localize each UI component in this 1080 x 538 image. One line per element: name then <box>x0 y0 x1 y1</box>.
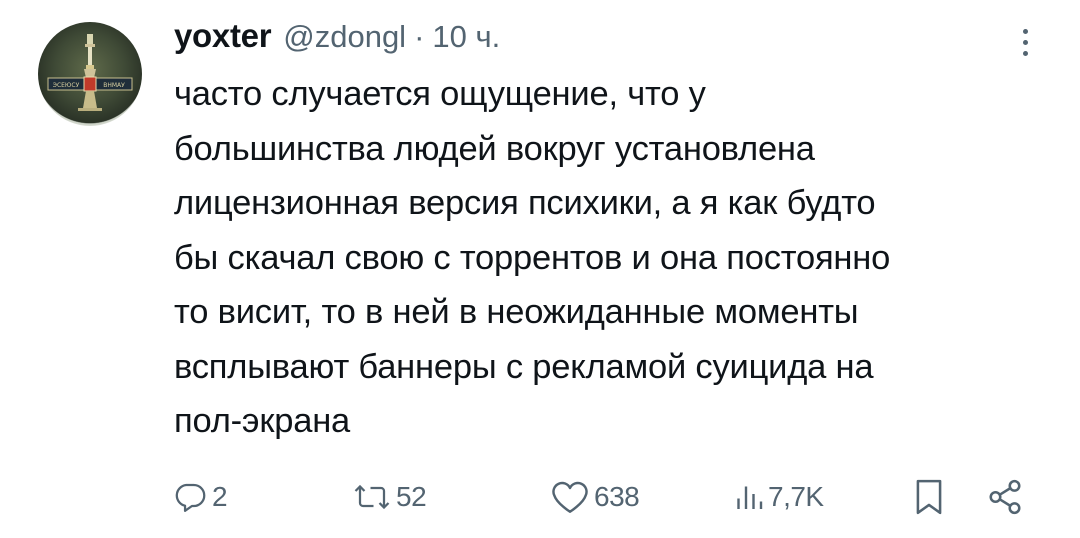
reply-count: 2 <box>212 481 228 512</box>
action-bar: 2 52 638 7,7K <box>0 470 1080 524</box>
views-count: 7,7K <box>768 481 824 512</box>
reply-button[interactable]: 2 <box>172 470 228 524</box>
tweet[interactable]: ЭСЕЮСУ ВНМАУ yoxter @zdongl · 10 ч. част… <box>0 0 1080 538</box>
tweet-text-line: всплывают баннеры с рекламой суицида на <box>174 347 874 386</box>
svg-text:ЭСЕЮСУ: ЭСЕЮСУ <box>53 82 80 89</box>
tweet-text: часто случается ощущение, что у большинс… <box>174 67 1054 449</box>
avatar-badge-image: ЭСЕЮСУ ВНМАУ <box>47 34 133 111</box>
avatar[interactable]: ЭСЕЮСУ ВНМАУ <box>38 22 142 126</box>
tweet-header: yoxter @zdongl · 10 ч. <box>174 17 500 61</box>
bookmark-button[interactable] <box>912 470 946 524</box>
tweet-text-line: часто случается ощущение, что у <box>174 75 706 113</box>
like-button[interactable]: 638 <box>550 470 640 524</box>
svg-text:ВНМАУ: ВНМАУ <box>103 82 125 89</box>
tweet-text-line: бы скачал свою с торрентов и она постоян… <box>174 238 891 277</box>
header-separator: · <box>414 19 425 54</box>
reply-icon <box>175 483 206 512</box>
post-time[interactable]: 10 ч. <box>432 19 500 55</box>
repost-button[interactable]: 52 <box>352 470 427 524</box>
heart-icon <box>552 481 588 513</box>
bookmark-icon <box>916 479 942 515</box>
repost-count: 52 <box>396 481 427 512</box>
tweet-text-line: пол-экрана <box>174 402 351 440</box>
like-count: 638 <box>594 481 640 512</box>
views-icon <box>737 486 763 509</box>
tweet-text-line: большинства людей вокруг установлена <box>174 129 815 168</box>
share-button[interactable] <box>986 470 1024 524</box>
views-button[interactable]: 7,7K <box>734 470 824 524</box>
repost-icon <box>354 484 390 510</box>
more-options-icon[interactable] <box>1010 20 1040 64</box>
author-handle[interactable]: @zdongl <box>283 19 406 55</box>
tweet-text-line: то висит, то в ней в неожиданные моменты <box>174 293 859 331</box>
share-icon <box>989 479 1021 515</box>
tweet-text-line: лицензионная версия психики, а я как буд… <box>174 184 876 222</box>
author-name[interactable]: yoxter <box>174 17 272 55</box>
